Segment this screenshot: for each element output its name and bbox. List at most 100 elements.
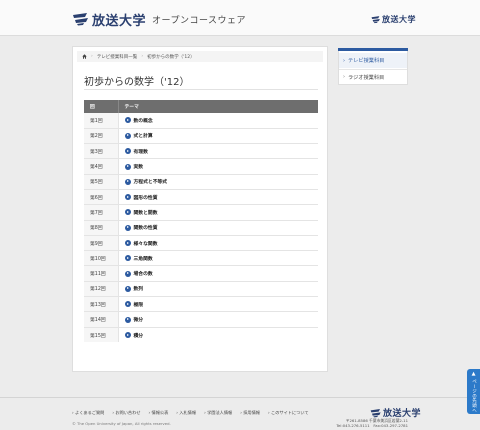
lecture-theme-cell: 積分 (118, 327, 318, 342)
breadcrumb-current: 初歩からの数学（'12） (147, 54, 195, 60)
site-header: 放送大学 オープンコースウェア 放送大学 (0, 0, 480, 36)
table-row: 第2回 式と計算 (84, 128, 319, 145)
lecture-theme-link[interactable]: 式と計算 (124, 132, 319, 139)
lecture-number: 第10回 (84, 250, 119, 267)
lecture-theme-cell: 様々な関数 (118, 235, 319, 252)
table-row: 第15回 積分 (84, 327, 318, 343)
lecture-theme-link[interactable]: 関数と開数 (124, 209, 319, 216)
lecture-theme-link[interactable]: 三角関数 (124, 255, 319, 262)
column-header-theme: テーマ (118, 100, 318, 113)
lecture-number: 第1回 (84, 113, 119, 129)
lecture-theme-link[interactable]: 数の概念 (124, 117, 319, 124)
lecture-number: 第11回 (84, 265, 119, 282)
footer-link-label: お問い合わせ (115, 410, 141, 415)
circle-arrow-icon (124, 285, 131, 292)
circle-arrow-icon (124, 224, 131, 231)
table-row: 第14回 微分 (84, 311, 319, 328)
table-row: 第3回 有理数 (84, 143, 319, 160)
lecture-theme-link[interactable]: 有理数 (124, 148, 319, 155)
lecture-theme-cell: 極限 (118, 296, 319, 313)
circle-arrow-icon (124, 316, 131, 323)
breadcrumb-separator: › (91, 54, 93, 59)
lecture-theme-cell: 式と計算 (118, 128, 319, 145)
lecture-theme-cell: 実数 (118, 158, 319, 175)
lecture-theme-link[interactable]: 実数 (124, 163, 319, 170)
lecture-theme-cell: 有理数 (118, 143, 319, 160)
lecture-theme-link[interactable]: 関数の性質 (124, 224, 319, 232)
lecture-number: 第14回 (84, 311, 119, 328)
footer-link-label: このサイトについて (271, 410, 309, 415)
circle-arrow-icon (124, 301, 131, 308)
sidebar-item-radio-courses[interactable]: › ラジオ授業科目 (339, 69, 407, 84)
sidebar-accent-bar (338, 48, 408, 51)
university-logo-icon (370, 408, 381, 417)
lecture-theme-link[interactable]: 場合の数 (124, 270, 319, 278)
address: 〒261-8586 千葉市美浜区若葉2-11 Tel:043-276-5111 … (336, 418, 408, 428)
lecture-number: 第7回 (84, 204, 119, 221)
footer-link-contact[interactable]: › お問い合わせ (112, 410, 144, 416)
table-row: 第12回 数列 (84, 281, 319, 298)
logo-text: 放送大学 (92, 13, 147, 29)
lecture-theme-link[interactable]: 積分 (124, 332, 319, 339)
table-row: 第9回 様々な関数 (84, 235, 319, 252)
breadcrumb: › テレビ授業科目一覧 › 初歩からの数学（'12） (77, 51, 323, 62)
footer-link-recruit[interactable]: › 採用情報 (240, 410, 264, 416)
home-icon[interactable] (82, 54, 87, 59)
lecture-theme-link[interactable]: 微分 (124, 316, 319, 323)
site-logo[interactable]: 放送大学 オープンコースウェア (72, 9, 246, 29)
lecture-theme-cell: 微分 (118, 311, 319, 328)
sidebar-nav: › テレビ授業科目 › ラジオ授業科目 (338, 48, 408, 85)
lecture-number: 第2回 (84, 128, 119, 145)
lecture-theme-label: 積分 (133, 333, 144, 339)
logo-text: 放送大学 (382, 15, 416, 24)
back-to-top-button[interactable]: ▲ ページの先頭へ (467, 369, 480, 414)
back-to-top-label: ページの先頭へ (471, 379, 477, 413)
circle-arrow-icon (124, 255, 131, 262)
lecture-theme-label: 三角関数 (133, 256, 153, 262)
title-divider (84, 89, 318, 90)
table-row: 第11回 場合の数 (84, 265, 319, 282)
lecture-theme-cell: 関数と開数 (118, 204, 319, 221)
lecture-number: 第13回 (84, 296, 119, 313)
page-title: 初歩からの数学（'12） (84, 77, 190, 88)
circle-arrow-icon (124, 209, 131, 216)
lecture-theme-label: 関数の性質 (133, 226, 158, 232)
column-header-number: 回 (84, 100, 119, 113)
footer-link-label: 入札情報 (179, 410, 197, 415)
table-row: 第4回 実数 (84, 158, 319, 175)
lecture-theme-label: 様々な関数 (133, 241, 158, 247)
site-footer: › よくあるご質問 › お問い合わせ › 情報公表 › 入札情報 › 学園法人情… (0, 397, 480, 430)
lecture-theme-label: 場合の数 (133, 272, 153, 278)
lecture-theme-link[interactable]: 数列 (124, 285, 319, 292)
phone-line: Tel:043-276-5111 Fax:043-297-2781 (336, 423, 408, 428)
chevron-right-icon: › (343, 74, 345, 80)
circle-arrow-icon (124, 132, 131, 139)
table-row: 第7回 関数と開数 (84, 204, 319, 221)
lecture-theme-link[interactable]: 極限 (124, 301, 319, 308)
lecture-theme-label: 関数と開数 (133, 210, 158, 216)
circle-arrow-icon (124, 117, 131, 124)
footer-links: › よくあるご質問 › お問い合わせ › 情報公表 › 入札情報 › 学園法人情… (72, 410, 317, 416)
circle-arrow-icon (124, 178, 131, 185)
breadcrumb-item[interactable]: テレビ授業科目一覧 (97, 54, 138, 60)
footer-link-label: 学園法人情報 (207, 410, 233, 415)
sidebar-item-tv-courses[interactable]: › テレビ授業科目 (339, 53, 407, 68)
footer-link-label: 採用情報 (243, 410, 260, 415)
lecture-number: 第5回 (84, 174, 119, 190)
lecture-theme-link[interactable]: 方程式と不等式 (124, 178, 319, 185)
lecture-theme-link[interactable]: 様々な関数 (124, 240, 319, 247)
university-logo-icon (73, 13, 88, 26)
header-university-logo[interactable]: 放送大学 (371, 14, 416, 25)
lecture-theme-label: 微分 (133, 318, 144, 323)
lecture-theme-link[interactable]: 図形の性質 (124, 194, 319, 201)
footer-link-bidding[interactable]: › 入札情報 (176, 410, 200, 416)
footer-link-faq[interactable]: › よくあるご質問 (72, 410, 108, 416)
lecture-theme-label: 数の概念 (133, 118, 153, 124)
lecture-number: 第6回 (84, 189, 119, 206)
footer-link-about[interactable]: › このサイトについて (268, 410, 313, 416)
footer-link-disclosure[interactable]: › 情報公表 (149, 410, 173, 416)
chevron-right-icon: › (343, 57, 345, 64)
lecture-number: 第8回 (84, 220, 119, 236)
sidebar-item-label: テレビ授業科目 (348, 58, 385, 64)
footer-link-corporation[interactable]: › 学園法人情報 (204, 410, 236, 416)
